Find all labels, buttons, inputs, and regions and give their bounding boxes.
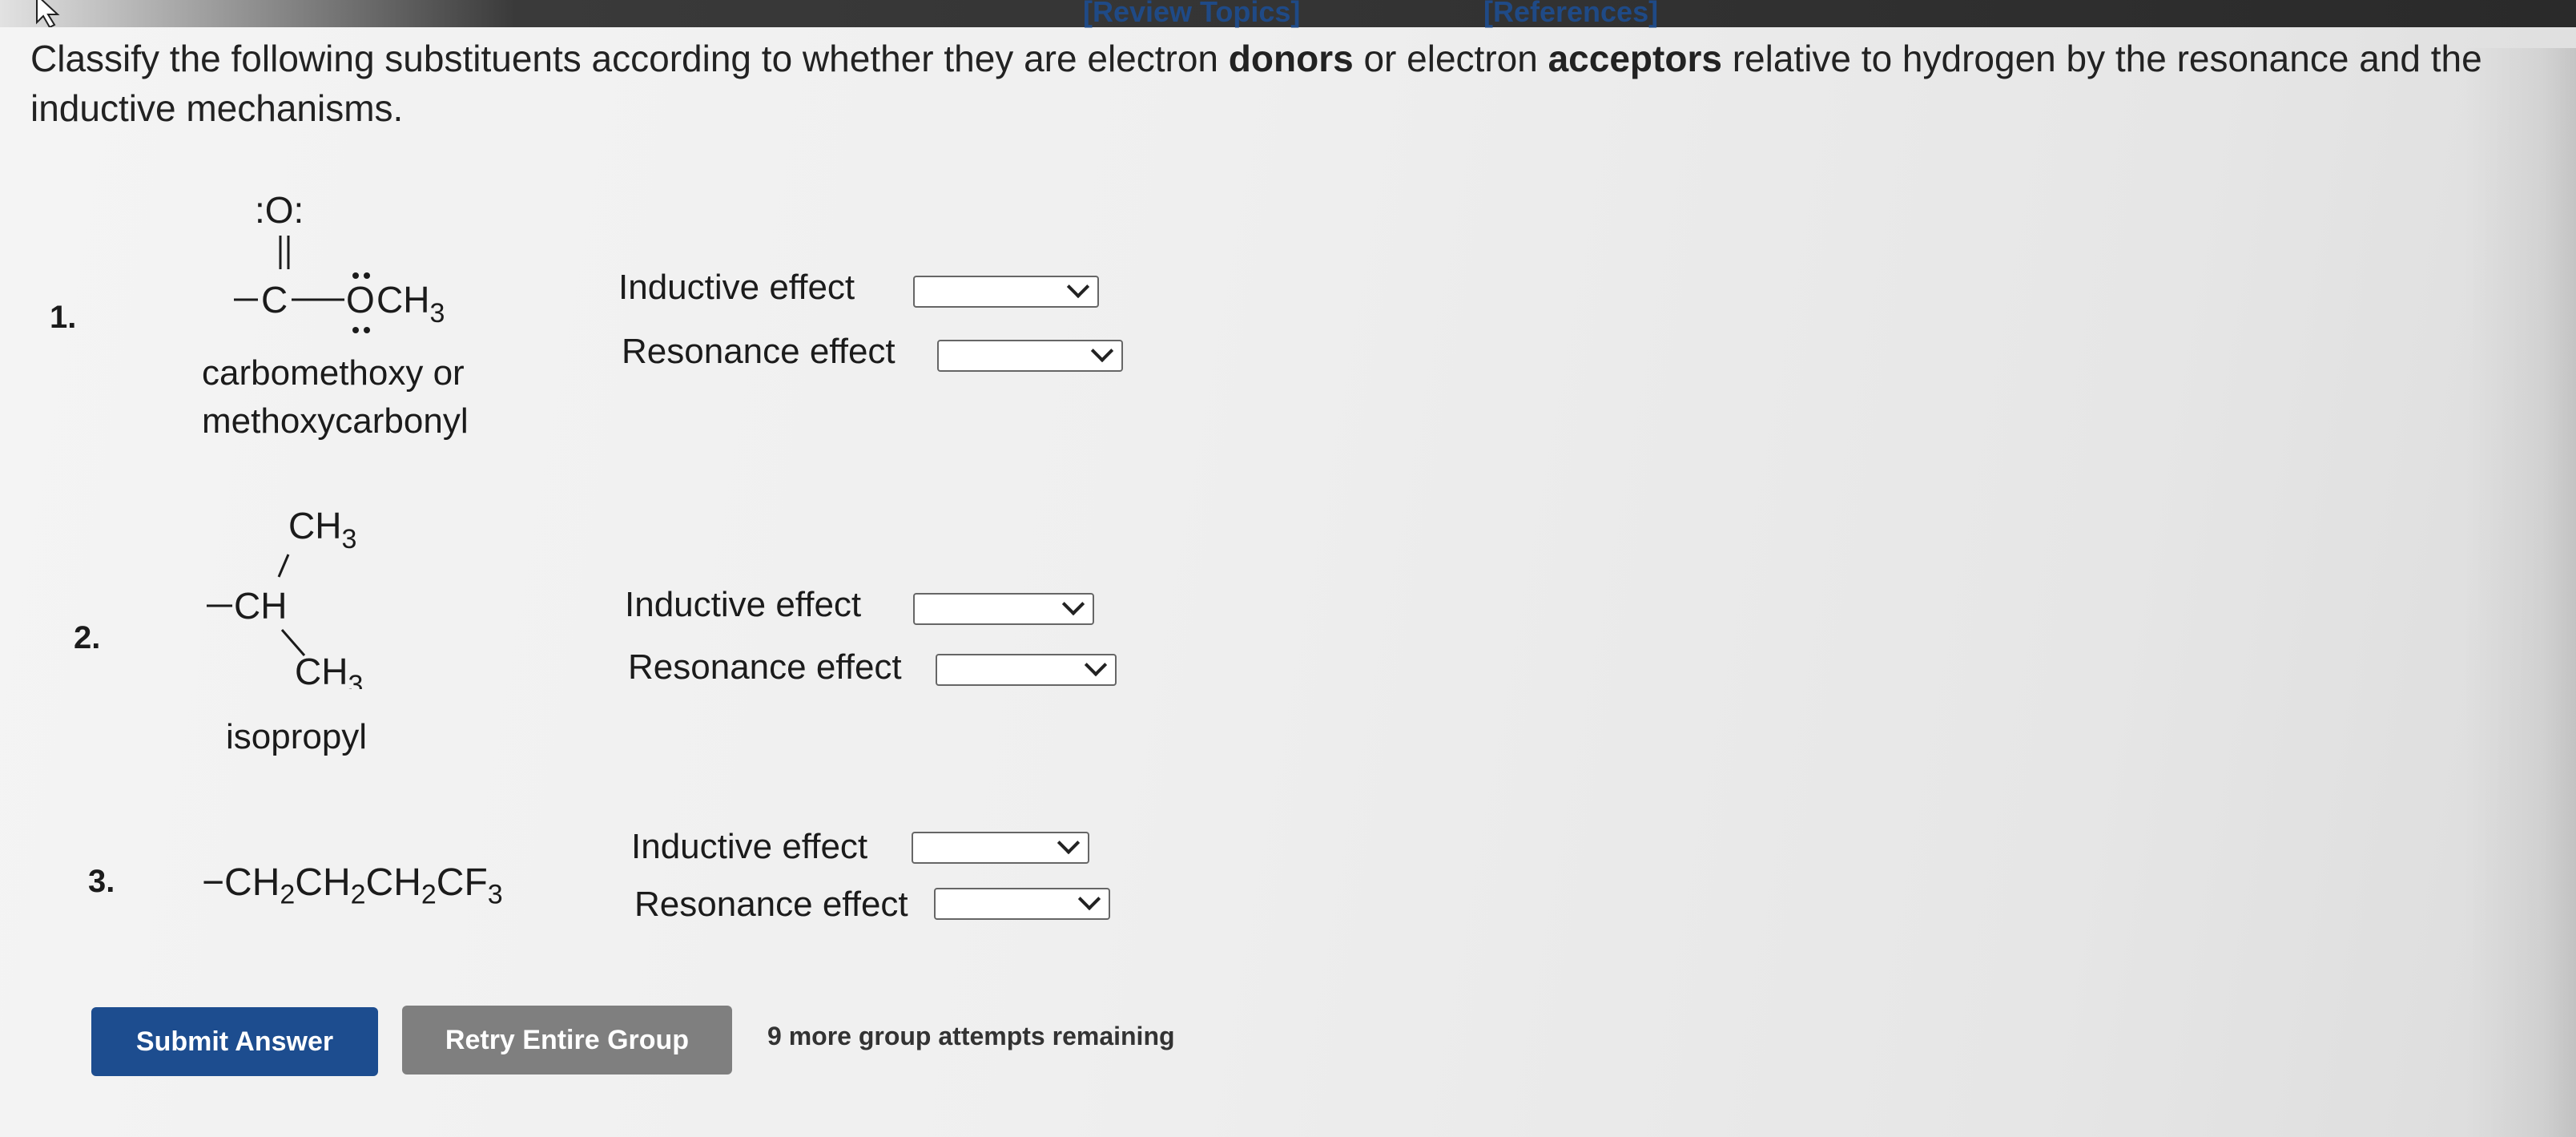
inductive-dropdown-1[interactable]: [913, 275, 1099, 308]
substituent-name-1: carbomethoxy or methoxycarbonyl: [202, 353, 469, 441]
chevron-down-icon: [1057, 831, 1081, 855]
methyl-top: CH3: [288, 505, 356, 554]
question-1-number: 1.: [50, 300, 77, 335]
resonance-label-3: Resonance effect: [634, 885, 908, 924]
methine-carbon: CH: [234, 585, 287, 627]
resonance-dropdown-1[interactable]: [937, 339, 1123, 372]
review-topics-link[interactable]: [Review Topics]: [1083, 0, 1300, 29]
chevron-down-icon: [1061, 592, 1085, 616]
resonance-dropdown-3[interactable]: [934, 887, 1110, 920]
isopropyl-structure: CH3 CH CH3: [207, 505, 363, 689]
screen-shadow: [2464, 48, 2576, 1137]
submit-answer-button[interactable]: Submit Answer: [91, 1007, 378, 1076]
chevron-down-icon: [1084, 653, 1108, 677]
methyl-bottom: CH3: [295, 651, 363, 689]
question-2-number: 2.: [74, 620, 101, 655]
resonance-dropdown-2[interactable]: [936, 653, 1117, 686]
substituent-formula-3: −CH2CH2CH2CF3: [202, 861, 503, 910]
ether-oxygen: O: [346, 279, 375, 321]
inductive-label-1: Inductive effect: [618, 268, 855, 307]
inductive-label-2: Inductive effect: [625, 585, 862, 624]
mouse-pointer-icon: [36, 0, 60, 27]
carbomethoxy-structure: :O: C O CH3: [234, 189, 445, 333]
resonance-label-1: Resonance effect: [622, 332, 896, 371]
retry-group-button[interactable]: Retry Entire Group: [402, 1006, 732, 1075]
chevron-down-icon: [1090, 339, 1114, 363]
methyl-group: CH3: [376, 279, 445, 329]
substituent-name-2: isopropyl: [226, 717, 368, 756]
attempts-remaining-text: 9 more group attempts remaining: [767, 1022, 1175, 1050]
chevron-down-icon: [1077, 887, 1101, 911]
inductive-dropdown-2[interactable]: [913, 592, 1094, 625]
resonance-label-2: Resonance effect: [628, 647, 902, 687]
question-prompt: Classify the following substituents acco…: [30, 38, 2482, 129]
inductive-label-3: Inductive effect: [631, 827, 868, 866]
carbonyl-oxygen: :O:: [255, 189, 304, 231]
references-link[interactable]: [References]: [1483, 0, 1658, 29]
inductive-dropdown-3[interactable]: [912, 831, 1089, 864]
chevron-down-icon: [1066, 275, 1090, 299]
question-3-number: 3.: [88, 864, 115, 899]
carbon-atom: C: [261, 279, 288, 321]
